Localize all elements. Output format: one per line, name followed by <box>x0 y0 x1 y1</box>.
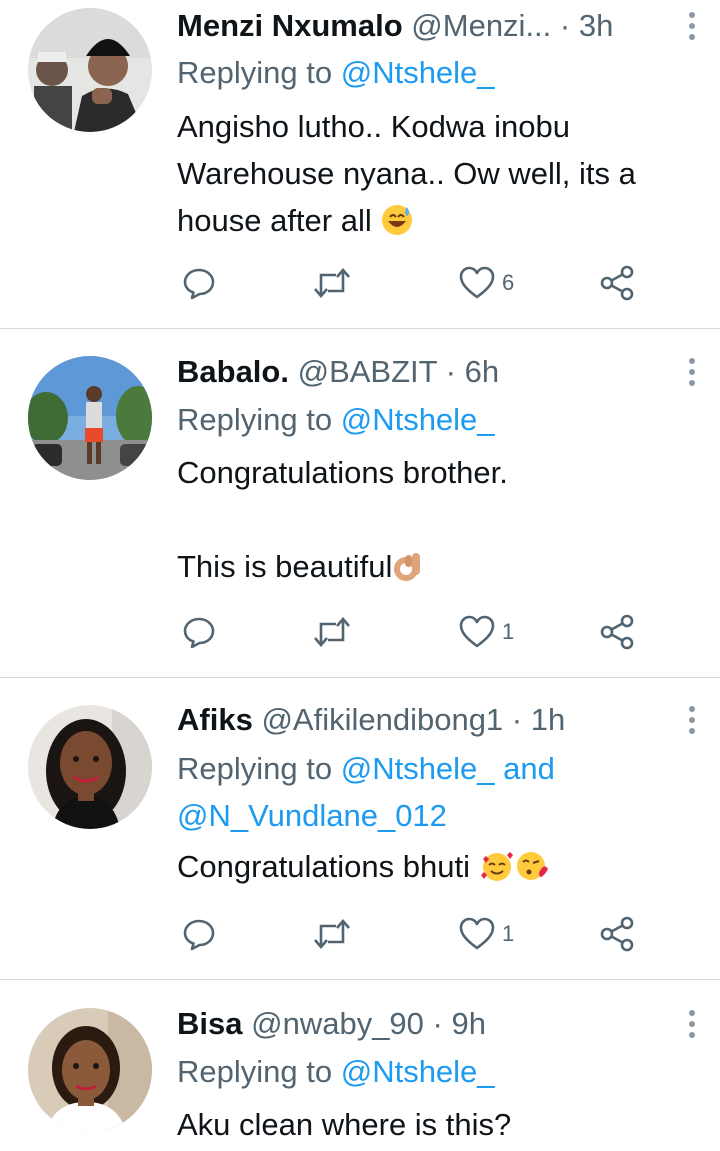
smiling-face-with-hearts-emoji <box>479 849 515 896</box>
replying-prefix: Replying to <box>177 751 341 786</box>
reply-button[interactable] <box>181 263 217 303</box>
avatar[interactable] <box>28 705 152 829</box>
replying-prefix: Replying to <box>177 55 341 90</box>
replying-to: Replying to @Ntshele_ <box>177 1048 700 1095</box>
share-button[interactable] <box>598 263 636 303</box>
retweet-icon <box>314 268 350 298</box>
author-handle[interactable]: @Afikilendibong1 <box>261 702 503 737</box>
author-handle[interactable]: @BABZIT <box>298 354 437 389</box>
tweet-header: Babalo. @BABZIT · 6h <box>177 352 680 392</box>
heart-icon <box>459 917 495 950</box>
tweet-text-line <box>177 496 700 543</box>
replying-to: Replying to @Ntshele_ <box>177 396 700 443</box>
replying-prefix: Replying to <box>177 1054 341 1089</box>
timestamp[interactable]: 9h <box>452 1006 486 1041</box>
heart-icon <box>459 266 495 299</box>
sweat-smile-emoji <box>380 203 414 250</box>
mention-link[interactable]: @Ntshele_ <box>341 1054 495 1089</box>
like-button[interactable]: 6 <box>458 263 514 303</box>
avatar[interactable] <box>28 356 152 480</box>
separator-dot: · <box>445 354 456 389</box>
replying-prefix: Replying to <box>177 402 341 437</box>
mention-link[interactable]: @Ntshele_ <box>341 55 495 90</box>
face-blowing-kiss-emoji <box>515 849 551 896</box>
tweet-actions: 1 <box>0 612 720 652</box>
replying-line: Replying to @Ntshele_ and <box>177 745 700 792</box>
reply-icon <box>183 919 215 951</box>
replying-to: Replying to @Ntshele_ and @N_Vundlane_01… <box>177 745 700 839</box>
timestamp[interactable]: 1h <box>531 702 565 737</box>
tweet-text-line: house after all <box>177 197 700 250</box>
retweet-button[interactable] <box>312 914 352 954</box>
separator-dot: · <box>511 702 523 737</box>
like-button[interactable]: 1 <box>458 612 514 652</box>
more-options-icon[interactable] <box>682 6 702 46</box>
tweet-actions: 1 <box>0 914 720 954</box>
tweet-text-line: Congratulations brother. <box>177 455 508 490</box>
author-handle[interactable]: @nwaby_90 <box>251 1006 424 1041</box>
timestamp[interactable]: 6h <box>465 354 499 389</box>
more-options-icon[interactable] <box>682 700 702 740</box>
mention-link[interactable]: @N_Vundlane_012 <box>177 792 700 839</box>
share-icon <box>600 614 634 650</box>
retweet-icon <box>314 617 350 647</box>
mention-link[interactable]: @Ntshele_ <box>341 402 495 437</box>
tweet-text-line: Congratulations bhuti <box>177 843 700 896</box>
share-button[interactable] <box>598 612 636 652</box>
tweet-text-line: Warehouse nyana.. Ow well, its a <box>177 156 636 191</box>
author-name[interactable]: Afiks <box>177 702 253 737</box>
tweet[interactable]: Babalo. @BABZIT · 6h Replying to @Ntshel… <box>0 329 720 678</box>
tweet-header: Afiks @Afikilendibong1 · 1h <box>177 700 680 740</box>
author-name[interactable]: Babalo. <box>177 354 289 389</box>
like-count: 6 <box>502 270 515 295</box>
retweet-button[interactable] <box>312 263 352 303</box>
tweet-text: Angisho lutho.. Kodwa inobu Warehouse ny… <box>177 103 700 250</box>
reply-button[interactable] <box>181 612 217 652</box>
like-button[interactable]: 1 <box>458 914 514 954</box>
reply-icon <box>183 617 215 649</box>
tweet-text-line: This is beautiful <box>177 543 700 596</box>
more-options-icon[interactable] <box>682 352 702 392</box>
share-button[interactable] <box>598 914 636 954</box>
more-options-icon[interactable] <box>682 1004 702 1044</box>
tweet-text: Congratulations bhuti <box>177 843 700 896</box>
like-count: 1 <box>502 619 515 644</box>
mention-link[interactable]: @Ntshele_ and <box>341 751 555 786</box>
tweet-actions: 6 <box>0 263 720 303</box>
retweet-icon <box>314 919 350 949</box>
like-count: 1 <box>502 921 515 946</box>
author-name[interactable]: Bisa <box>177 1006 242 1041</box>
author-handle[interactable]: @Menzi... <box>411 8 551 43</box>
timestamp[interactable]: 3h <box>579 8 613 43</box>
tweet[interactable]: Menzi Nxumalo @Menzi... · 3h Replying to… <box>0 0 720 329</box>
tweet-header: Bisa @nwaby_90 · 9h <box>177 1004 680 1044</box>
tweet-text-line: Angisho lutho.. Kodwa inobu <box>177 109 570 144</box>
share-icon <box>600 916 634 952</box>
tweet-text-line: Aku clean where is this? <box>177 1107 512 1142</box>
author-name[interactable]: Menzi Nxumalo <box>177 8 403 43</box>
ok-hand-emoji <box>392 549 426 596</box>
reply-button[interactable] <box>181 914 217 954</box>
separator-dot: · <box>432 1006 443 1041</box>
retweet-button[interactable] <box>312 612 352 652</box>
replying-to: Replying to @Ntshele_ <box>177 49 700 96</box>
reply-icon <box>183 268 215 300</box>
tweet[interactable]: Afiks @Afikilendibong1 · 1h Replying to … <box>0 678 720 980</box>
tweet[interactable]: Bisa @nwaby_90 · 9h Replying to @Ntshele… <box>0 980 720 1151</box>
avatar[interactable] <box>28 1008 152 1132</box>
tweet-header: Menzi Nxumalo @Menzi... · 3h <box>177 6 680 46</box>
tweet-text: Aku clean where is this? <box>177 1101 700 1148</box>
tweet-text: Congratulations brother. This is beautif… <box>177 449 700 596</box>
heart-icon <box>459 615 495 648</box>
share-icon <box>600 265 634 301</box>
separator-dot: · <box>559 8 571 43</box>
avatar[interactable] <box>28 8 152 132</box>
